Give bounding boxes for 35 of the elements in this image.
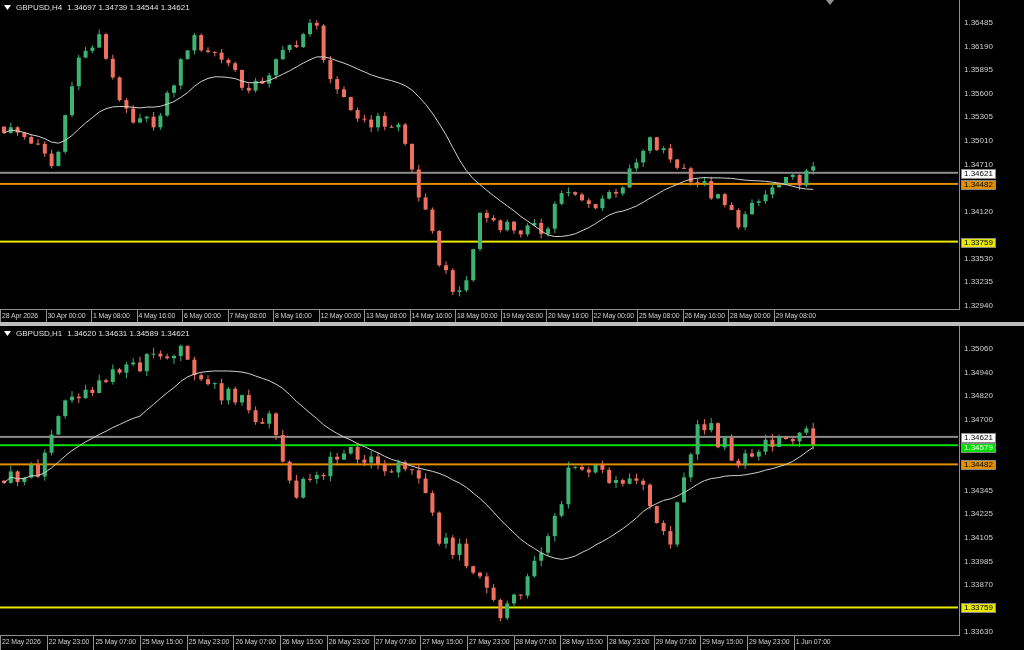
price-axis-label: 1.36190 <box>964 42 993 51</box>
price-tag: 1.34621 <box>961 168 996 179</box>
price-axis-label: 1.33870 <box>964 580 993 589</box>
chart-symbol: GBPUSD,H1 <box>16 329 63 338</box>
price-axis-label: 1.35600 <box>964 89 993 98</box>
price-axis-label: 1.35895 <box>964 66 993 75</box>
ohlc-quotes: 1.34697 1.34739 1.34544 1.34621 <box>67 3 190 12</box>
price-axis-label: 1.33630 <box>964 628 993 636</box>
price-axis-label: 1.33530 <box>964 254 993 263</box>
dropdown-caret-icon[interactable] <box>4 331 11 336</box>
price-axis-label: 1.34105 <box>964 534 993 542</box>
price-tag: 1.34482 <box>961 460 996 471</box>
price-axis-label: 1.35060 <box>964 345 993 353</box>
price-axis-label: 1.32940 <box>964 302 993 310</box>
price-axis-label: 1.35305 <box>964 113 993 122</box>
price-axis-label: 1.36485 <box>964 19 993 27</box>
price-tag: 1.34621 <box>961 432 996 443</box>
price-axis-label: 1.34820 <box>964 392 993 401</box>
price-axis-label: 1.34700 <box>964 416 993 425</box>
price-tag: 1.33759 <box>961 603 996 614</box>
price-axis-label: 1.34710 <box>964 160 993 169</box>
price-axis-label: 1.34120 <box>964 207 993 216</box>
dropdown-caret-icon[interactable] <box>4 5 11 10</box>
price-tag: 1.33759 <box>961 237 996 248</box>
chart-symbol: GBPUSD,H4 <box>16 3 63 12</box>
price-axis-label: 1.34225 <box>964 510 993 519</box>
price-axis-label: 1.35010 <box>964 136 993 145</box>
price-tag: 1.34482 <box>961 179 996 190</box>
ohlc-quotes: 1.34620 1.34631 1.34589 1.34621 <box>67 329 190 338</box>
price-axis-label: 1.33235 <box>964 278 993 287</box>
price-axis-label: 1.34940 <box>964 368 993 377</box>
price-tag: 1.34579 <box>961 442 996 453</box>
price-axis-label: 1.33985 <box>964 557 993 566</box>
chart-shift-marker-icon[interactable] <box>826 0 834 5</box>
price-axis-label: 1.34345 <box>964 486 993 495</box>
